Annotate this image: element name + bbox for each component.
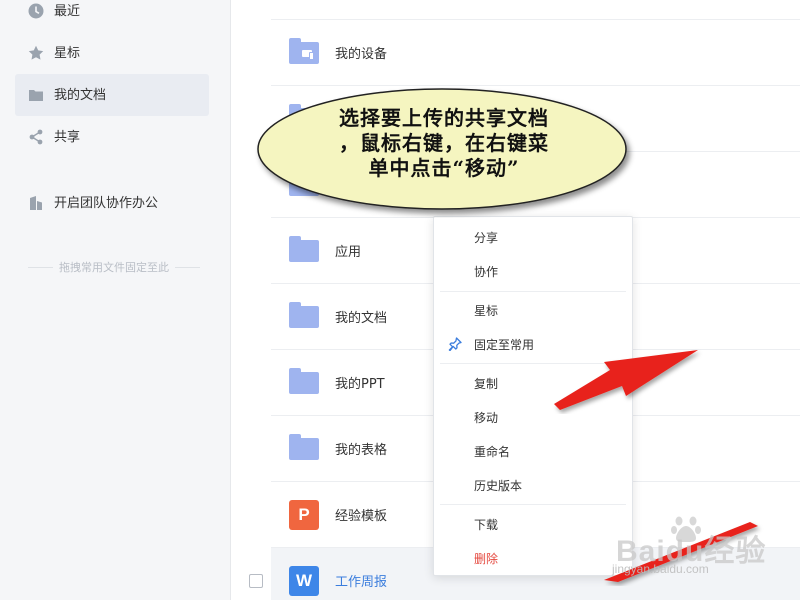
device-folder-icon	[289, 37, 319, 68]
folder-icon	[289, 433, 319, 464]
file-name: 工作周报	[335, 575, 388, 590]
red-arrow-icon	[554, 350, 698, 410]
annotation-callout: 选择要上传的共享文档 ，鼠标右键，在右键菜 单中点击“移动”	[252, 86, 636, 218]
table-row[interactable]: 我的设备	[271, 20, 800, 86]
sidebar-item-label: 星标	[54, 45, 81, 61]
presentation-file-icon: P	[289, 499, 319, 530]
file-name: 经验模板	[335, 509, 388, 524]
file-name: 我的PPT	[335, 377, 385, 392]
folder-icon	[289, 367, 319, 398]
menu-item-label: 固定至常用	[474, 337, 535, 352]
callout-line: 选择要上传的共享文档	[339, 106, 549, 130]
menu-item-rename[interactable]: 重命名	[434, 436, 632, 466]
folder-icon	[27, 86, 45, 104]
pin-hint-text: 拖拽常用文件固定至此	[59, 261, 169, 274]
folder-icon	[289, 235, 319, 266]
menu-divider	[440, 291, 626, 292]
red-arrow-icon	[604, 522, 758, 582]
folder-icon	[289, 301, 319, 332]
sidebar-item-label: 最近	[54, 3, 81, 19]
callout-text: 选择要上传的共享文档 ，鼠标右键，在右键菜 单中点击“移动”	[308, 106, 580, 181]
pin-icon	[448, 337, 462, 351]
file-name: 应用	[335, 245, 362, 260]
menu-item-history[interactable]: 历史版本	[434, 470, 632, 500]
menu-item-collaborate[interactable]: 协作	[434, 256, 632, 286]
team-icon	[27, 194, 45, 212]
callout-line: ，鼠标右键，在右键菜	[339, 131, 549, 155]
sidebar-item-label: 共享	[54, 129, 81, 145]
star-icon	[27, 44, 45, 62]
divider	[175, 266, 200, 268]
sidebar-item-my-documents[interactable]: 我的文档	[15, 74, 209, 116]
clock-icon	[27, 2, 45, 20]
callout-line: 单中点击“移动”	[368, 156, 520, 180]
sidebar-item-team-collaboration[interactable]: 开启团队协作办公	[15, 182, 209, 224]
sidebar-item-starred[interactable]: 星标	[15, 32, 209, 74]
pin-drop-zone[interactable]: 拖拽常用文件固定至此	[28, 259, 200, 275]
sidebar-item-shared[interactable]: 共享	[15, 116, 209, 158]
sidebar-item-label: 我的文档	[54, 87, 107, 103]
divider	[28, 266, 53, 268]
menu-item-share[interactable]: 分享	[434, 222, 632, 252]
document-file-icon: W	[289, 565, 319, 596]
table-row	[271, 0, 800, 20]
sidebar-item-label: 开启团队协作办公	[54, 195, 159, 211]
file-name: 我的表格	[335, 443, 388, 458]
share-icon	[27, 128, 45, 146]
menu-item-star[interactable]: 星标	[434, 295, 632, 325]
sidebar-item-recent[interactable]: 最近	[15, 0, 209, 32]
file-name: 我的设备	[335, 47, 388, 62]
file-name: 我的文档	[335, 311, 388, 326]
menu-divider	[440, 504, 626, 505]
sidebar: 最近 星标 我的文档 共享 开启团队协作办公 拖拽常用文件固定至此	[0, 0, 231, 600]
row-checkbox[interactable]	[249, 574, 263, 588]
